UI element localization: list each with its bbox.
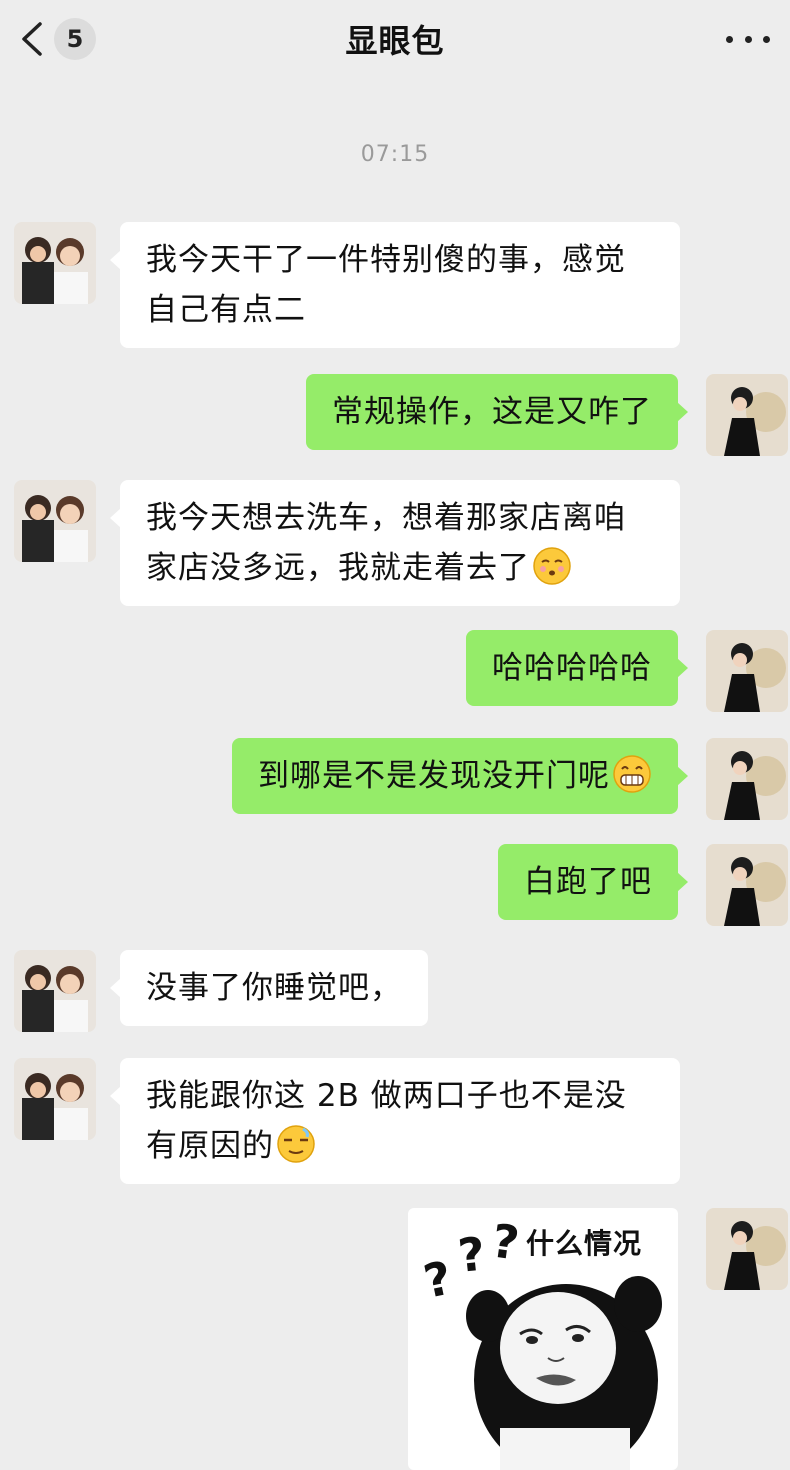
- self-avatar[interactable]: [706, 374, 788, 456]
- contact-avatar[interactable]: [14, 480, 96, 562]
- message-bubble-incoming[interactable]: 我今天想去洗车，想着那家店离咱 家店没多远，我就走着去了: [110, 480, 680, 606]
- message-bubble-outgoing[interactable]: 到哪是不是发现没开门呢: [232, 738, 688, 814]
- back-button[interactable]: 5: [18, 18, 108, 60]
- self-avatar[interactable]: [706, 1208, 788, 1290]
- unread-count-badge: 5: [54, 18, 96, 60]
- message-text: 白跑了吧: [524, 864, 652, 900]
- self-avatar[interactable]: [706, 844, 788, 926]
- message-text: 自己有点二: [146, 292, 306, 328]
- sticker-message[interactable]: ? ? ? 什么情况: [408, 1208, 678, 1470]
- message-timestamp: 07:15: [360, 142, 430, 167]
- grinning-face-emoji: [612, 754, 652, 794]
- message-text: 有原因的: [146, 1128, 274, 1164]
- message-bubble-outgoing[interactable]: 白跑了吧: [498, 844, 688, 920]
- message-bubble-incoming[interactable]: 没事了你睡觉吧，: [110, 950, 428, 1026]
- message-text: 我能跟你这 2B 做两口子也不是没: [146, 1078, 627, 1114]
- sticker-caption: 什么情况: [526, 1227, 643, 1260]
- message-text: 常规操作，这是又咋了: [332, 394, 652, 430]
- message-text: 我今天想去洗车，想着那家店离咱: [146, 500, 626, 536]
- self-avatar[interactable]: [706, 738, 788, 820]
- message-text: 到哪是不是发现没开门呢: [258, 758, 610, 794]
- chat-header: 5 显眼包: [0, 0, 790, 78]
- contact-avatar[interactable]: [14, 950, 96, 1032]
- svg-text:?: ?: [456, 1226, 488, 1282]
- svg-text:?: ?: [488, 1213, 522, 1270]
- more-options-button[interactable]: [726, 24, 770, 54]
- contact-avatar[interactable]: [14, 222, 96, 304]
- dizzy-face-emoji: [276, 1124, 316, 1164]
- chevron-left-icon: [22, 22, 42, 56]
- self-avatar[interactable]: [706, 630, 788, 712]
- message-bubble-incoming[interactable]: 我今天干了一件特别傻的事，感觉 自己有点二: [110, 222, 680, 348]
- message-text: 家店没多远，我就走着去了: [146, 550, 530, 586]
- svg-text:?: ?: [419, 1250, 456, 1308]
- message-text: 我今天干了一件特别傻的事，感觉: [146, 242, 626, 278]
- message-bubble-incoming[interactable]: 我能跟你这 2B 做两口子也不是没 有原因的: [110, 1058, 680, 1184]
- message-text: 哈哈哈哈哈: [492, 650, 652, 686]
- message-bubble-outgoing[interactable]: 常规操作，这是又咋了: [306, 374, 688, 450]
- hushed-face-emoji: [532, 546, 572, 586]
- contact-avatar[interactable]: [14, 1058, 96, 1140]
- chat-title: 显眼包: [345, 22, 445, 60]
- message-text: 没事了你睡觉吧，: [146, 970, 402, 1006]
- message-bubble-outgoing[interactable]: 哈哈哈哈哈: [466, 630, 688, 706]
- more-dots-icon: [726, 35, 733, 43]
